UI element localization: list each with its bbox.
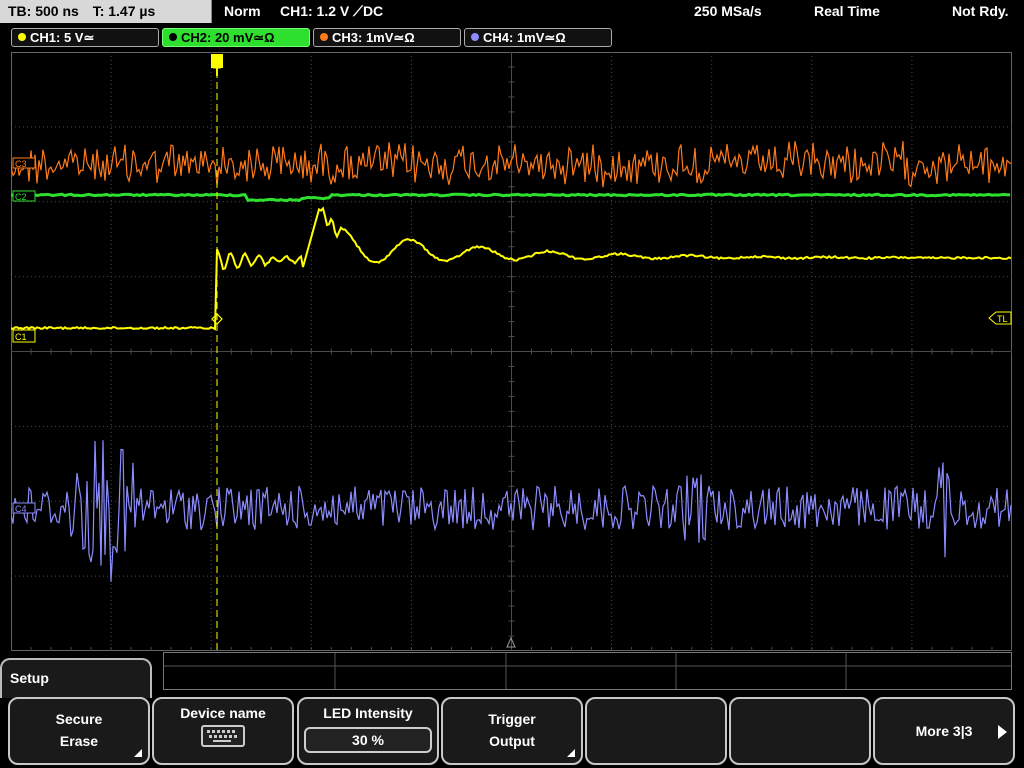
waveform-canvas: T C3 C2 C1 C4 TL [11, 52, 1012, 651]
empty-softkey-6[interactable] [729, 697, 871, 765]
ch4-marker-label: C4 [15, 504, 27, 514]
ch1-ground-marker[interactable]: C1 [12, 329, 36, 343]
softkey-label-line2: Output [489, 733, 535, 749]
softkey-label-line1: Secure [55, 711, 103, 727]
timebase-value: TB: 500 ns [8, 3, 79, 19]
channel-label: CH4: 1mV≃Ω [483, 30, 566, 45]
timebase-box[interactable]: TB: 500 ns T: 1.47 µs [0, 0, 212, 23]
ch4-ground-marker[interactable]: C4 [12, 502, 36, 514]
more-softkey[interactable]: More 3|3 [873, 697, 1015, 765]
ch1-dot-icon [18, 33, 26, 41]
softkey-label-line1: LED Intensity [323, 705, 413, 721]
ch3-dot-icon [320, 33, 328, 41]
led-intensity-softkey[interactable]: LED Intensity 30 % [297, 697, 439, 765]
acquisition-state: Not Rdy. [952, 3, 1009, 19]
softkey-label-line1: Trigger [488, 711, 536, 727]
channel-label: CH2: 20 mV≃Ω [181, 30, 275, 45]
ch2-dot-icon [169, 33, 177, 41]
info-strip [163, 652, 1012, 690]
ch2-marker-label: C2 [15, 192, 27, 202]
channel-tab-ch4[interactable]: CH4: 1mV≃Ω [464, 28, 612, 47]
trigger-output-softkey[interactable]: Trigger Output [441, 697, 583, 765]
softkey-label-line1: Device name [180, 705, 266, 721]
ch3-ground-marker[interactable]: C3 [12, 157, 36, 169]
submenu-corner-icon [134, 749, 142, 757]
trigger-pos-label: T [213, 64, 221, 79]
trigger-level-label: TL [997, 314, 1008, 324]
led-intensity-value[interactable]: 30 % [304, 727, 432, 753]
trigger-mode[interactable]: Norm [224, 0, 261, 23]
channel-label: CH1: 5 V≃ [30, 30, 95, 45]
ch2-ground-marker[interactable]: C2 [12, 190, 36, 202]
channel-tab-ch3[interactable]: CH3: 1mV≃Ω [313, 28, 461, 47]
softkey-label-line1: More 3|3 [915, 723, 973, 739]
keyboard-icon [201, 725, 245, 747]
ch3-marker-label: C3 [15, 159, 27, 169]
channel-label: CH3: 1mV≃Ω [332, 30, 415, 45]
trigger-position-marker[interactable]: T [211, 54, 223, 79]
ch4-dot-icon [471, 33, 479, 41]
secure-erase-softkey[interactable]: Secure Erase [8, 697, 150, 765]
submenu-corner-icon [567, 749, 575, 757]
trigger-info[interactable]: CH1: 1.2 V ⟋DC [280, 0, 383, 23]
softkey-label-line2: Erase [59, 733, 99, 749]
channel-tab-ch2[interactable]: CH2: 20 mV≃Ω [162, 28, 310, 47]
ch1-marker-label: C1 [15, 332, 27, 342]
device-name-softkey[interactable]: Device name [152, 697, 294, 765]
ch2-waveform [11, 192, 1011, 203]
empty-softkey-5[interactable] [585, 697, 727, 765]
sample-rate: 250 MSa/s [694, 3, 762, 19]
trigger-level-marker[interactable]: TL [988, 311, 1012, 325]
menu-title: Setup [0, 658, 152, 698]
status-bar: TB: 500 ns T: 1.47 µs Norm CH1: 1.2 V ⟋D… [0, 0, 1024, 24]
graticule [11, 52, 1012, 651]
trigger-time-value: T: 1.47 µs [92, 3, 156, 19]
right-arrow-icon [998, 725, 1007, 739]
acquisition-mode: Real Time [814, 3, 880, 19]
channel-tab-ch1[interactable]: CH1: 5 V≃ [11, 28, 159, 47]
